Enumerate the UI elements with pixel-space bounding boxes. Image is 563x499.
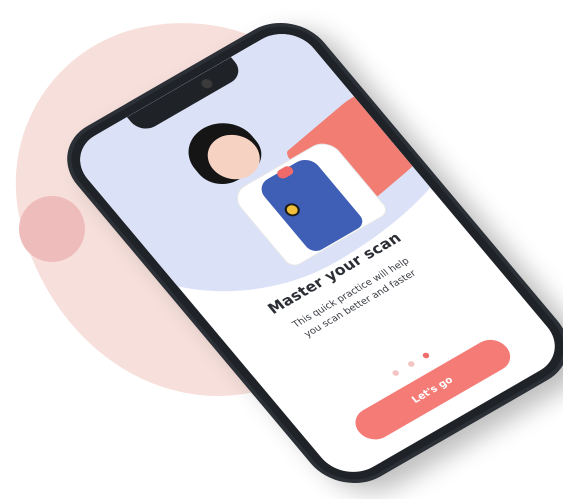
page-dot-active[interactable] xyxy=(421,351,431,360)
background-circle xyxy=(19,196,85,262)
page-dot[interactable] xyxy=(406,360,416,369)
page-dot[interactable] xyxy=(391,368,401,377)
